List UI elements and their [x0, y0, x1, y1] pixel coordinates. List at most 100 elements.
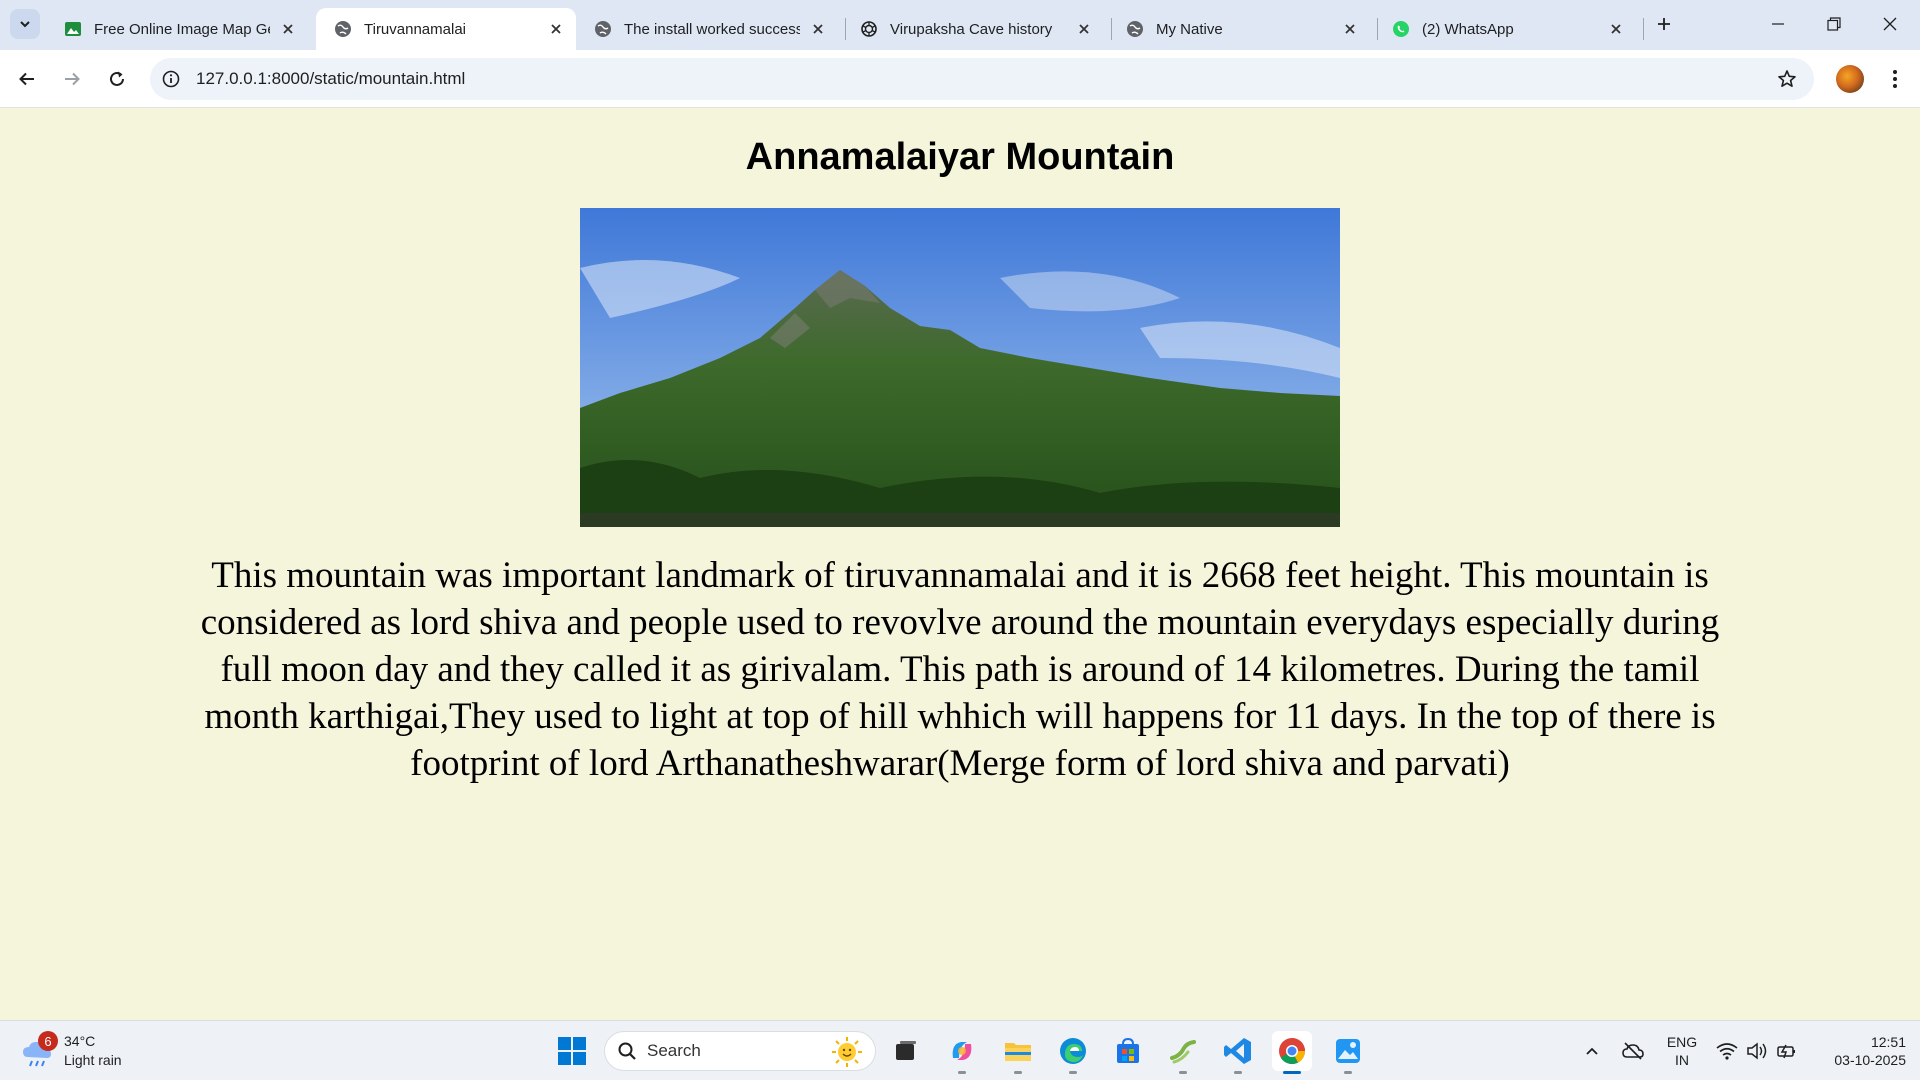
active-indicator [1283, 1071, 1301, 1074]
tab-title: Tiruvannamalai [364, 20, 466, 38]
chrome-button[interactable] [1272, 1031, 1312, 1074]
openai-icon [860, 20, 878, 38]
tab-virupaksha[interactable]: Virupaksha Cave history [842, 8, 1104, 50]
tab-strip: Free Online Image Map Ge Tiruvannamalai … [0, 0, 1920, 50]
running-indicator [1179, 1071, 1187, 1074]
close-icon[interactable] [808, 19, 828, 39]
show-hidden-icons-button[interactable] [1580, 1031, 1604, 1071]
copilot-button[interactable] [942, 1031, 982, 1074]
rain-cloud-icon: 6 [20, 1031, 58, 1069]
windows-icon [558, 1037, 586, 1065]
running-indicator [1344, 1071, 1352, 1074]
browser-menu-button[interactable] [1880, 62, 1910, 96]
image-map-icon [64, 20, 82, 38]
store-button[interactable] [1108, 1031, 1148, 1071]
mountain-photo [580, 208, 1340, 527]
region-code: IN [1675, 1052, 1689, 1068]
time-text: 12:51 [1870, 1034, 1906, 1050]
weather-condition-text: Light rain [64, 1052, 122, 1068]
clock[interactable]: 12:51 03-10-2025 [1810, 1033, 1906, 1069]
close-icon [1883, 17, 1897, 31]
running-indicator [1014, 1071, 1022, 1074]
whatsapp-icon [1392, 20, 1410, 38]
language-code: ENG [1666, 1034, 1698, 1050]
android-studio-icon [1170, 1040, 1196, 1064]
search-icon [618, 1042, 636, 1060]
vscode-icon [1224, 1038, 1251, 1064]
taskbar-search[interactable]: Search [604, 1031, 876, 1071]
close-icon[interactable] [278, 19, 298, 39]
vscode-button[interactable] [1218, 1031, 1258, 1074]
wifi-icon [1716, 1043, 1738, 1060]
chrome-icon [1279, 1038, 1306, 1065]
onedrive-offline-button[interactable] [1618, 1031, 1648, 1071]
weather-widget[interactable]: 6 34°C Light rain [20, 1027, 122, 1075]
site-info-icon[interactable] [160, 68, 182, 90]
address-bar[interactable]: 127.0.0.1:8000/static/mountain.html [150, 58, 1814, 100]
wifi-button[interactable] [1714, 1031, 1740, 1071]
tab-whatsapp[interactable]: (2) WhatsApp [1374, 8, 1636, 50]
tab-tiruvannamalai[interactable]: Tiruvannamalai [316, 8, 576, 50]
task-view-icon [896, 1041, 916, 1060]
globe-icon [594, 20, 612, 38]
file-explorer-button[interactable] [998, 1031, 1038, 1074]
close-icon[interactable] [1074, 19, 1094, 39]
close-icon[interactable] [1606, 19, 1626, 39]
android-studio-button[interactable] [1163, 1031, 1203, 1074]
tab-search-button[interactable] [10, 9, 40, 39]
notification-badge: 6 [38, 1031, 58, 1051]
copilot-icon [952, 1042, 972, 1060]
volume-button[interactable] [1744, 1031, 1770, 1071]
tab-install-worked[interactable]: The install worked success [576, 8, 838, 50]
browser-toolbar: 127.0.0.1:8000/static/mountain.html [0, 50, 1920, 108]
search-label: Search [647, 1041, 701, 1060]
chevron-up-icon [1586, 1047, 1598, 1055]
restore-icon [1827, 17, 1841, 31]
plus-icon [1658, 18, 1670, 30]
running-indicator [1234, 1071, 1242, 1074]
window-close-button[interactable] [1862, 0, 1918, 48]
date-text: 03-10-2025 [1834, 1052, 1906, 1068]
close-icon[interactable] [1340, 19, 1360, 39]
close-icon[interactable] [546, 19, 566, 39]
photos-icon [1336, 1039, 1360, 1063]
cloud-off-icon [1622, 1042, 1644, 1060]
tab-title: My Native [1156, 20, 1223, 38]
arrow-right-icon [65, 72, 80, 86]
page-title: Annamalaiyar Mountain [745, 136, 1175, 178]
restore-button[interactable] [1806, 0, 1862, 48]
reload-icon [110, 71, 124, 86]
url-text[interactable]: 127.0.0.1:8000/static/mountain.html [196, 69, 465, 89]
start-button[interactable] [552, 1031, 592, 1071]
profile-avatar[interactable] [1836, 65, 1864, 93]
task-view-button[interactable] [886, 1031, 926, 1071]
edge-icon [1060, 1038, 1086, 1064]
tab-separator [1643, 18, 1644, 40]
reload-button[interactable] [100, 62, 134, 96]
speaker-icon [1747, 1042, 1767, 1060]
language-indicator[interactable]: ENG IN [1660, 1033, 1704, 1069]
running-indicator [1069, 1071, 1077, 1074]
tab-title: (2) WhatsApp [1422, 20, 1514, 38]
tab-title: Free Online Image Map Ge [94, 20, 270, 38]
battery-charging-icon [1777, 1044, 1795, 1059]
windows-taskbar: 6 34°C Light rain Search ENG IN 12:51 03… [0, 1020, 1920, 1080]
minimize-icon [1772, 23, 1784, 25]
forward-button[interactable] [55, 62, 89, 96]
tab-image-map[interactable]: Free Online Image Map Ge [46, 8, 308, 50]
chevron-down-icon [20, 21, 30, 28]
minimize-button[interactable] [1750, 0, 1806, 48]
photos-button[interactable] [1328, 1031, 1368, 1074]
battery-button[interactable] [1774, 1031, 1800, 1071]
edge-button[interactable] [1053, 1031, 1093, 1074]
store-icon [1117, 1037, 1139, 1063]
temperature-text: 34°C [64, 1033, 96, 1049]
globe-icon [1126, 20, 1144, 38]
back-button[interactable] [10, 62, 44, 96]
tab-title: Virupaksha Cave history [890, 20, 1053, 38]
bookmark-star-icon[interactable] [1776, 68, 1798, 90]
tab-title: The install worked success [624, 20, 800, 38]
tab-my-native[interactable]: My Native [1108, 8, 1370, 50]
new-tab-button[interactable] [1650, 10, 1678, 38]
sun-face-icon [832, 1037, 862, 1067]
